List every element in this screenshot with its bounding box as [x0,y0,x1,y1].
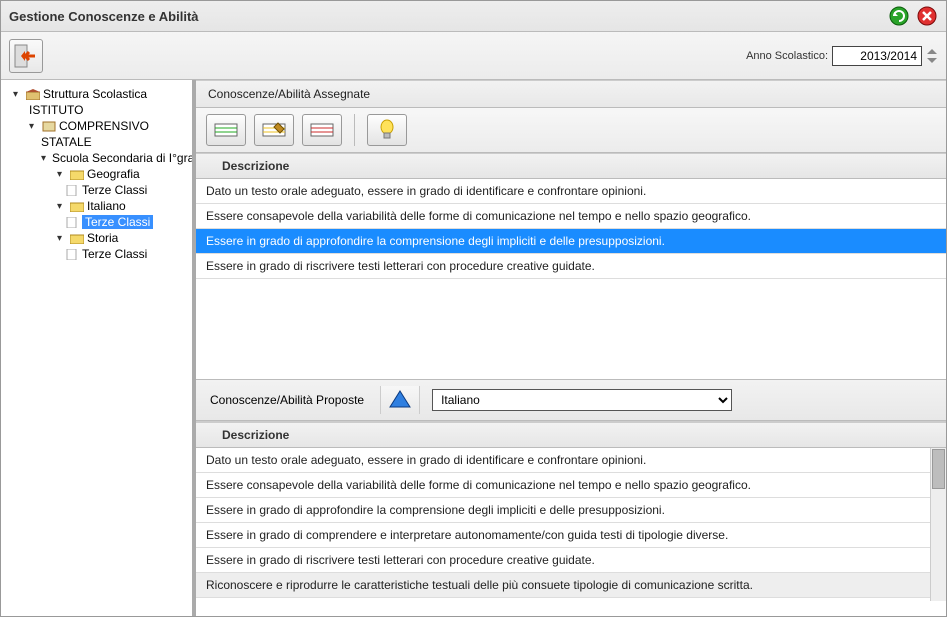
table-row[interactable]: Essere in grado di approfondire la compr… [196,498,946,523]
building-icon [42,121,56,132]
col-desc: Descrizione [222,159,289,173]
folder-icon [70,233,84,244]
collapse-icon[interactable]: ▾ [13,89,23,100]
tree-node-geografia[interactable]: ▾ Geografia [1,166,192,182]
assigned-header: Conoscenze/Abilità Assegnate [196,80,946,108]
right-panel: Conoscenze/Abilità Assegnate Descrizi [196,80,946,616]
titlebar: Gestione Conoscenze e Abilità [1,1,946,32]
window: Gestione Conoscenze e Abilità [0,0,947,617]
anno-input[interactable] [832,46,922,66]
table-row[interactable]: Dato un testo orale adeguato, essere in … [196,448,946,473]
table-row[interactable]: Essere consapevole della variabilità del… [196,204,946,229]
collapse-icon[interactable]: ▾ [57,169,67,180]
scrollbar[interactable] [930,448,946,601]
table-row[interactable]: Essere consapevole della variabilità del… [196,473,946,498]
assigned-grid: Dato un testo orale adeguato, essere in … [196,179,946,379]
toolbar: Anno Scolastico: [1,32,946,80]
stepper-icon[interactable] [926,47,938,65]
tree-node-italiano[interactable]: ▾ Italiano [1,198,192,214]
collapse-icon[interactable]: ▾ [57,233,67,244]
delete-red-button[interactable] [302,114,342,146]
page-icon [65,217,79,228]
subject-select[interactable]: Italiano [432,389,732,411]
tree-node-root[interactable]: ▾ Struttura Scolastica [1,86,192,102]
tree-node-comprensivo[interactable]: ▾ COMPRENSIVO [1,118,192,134]
table-row[interactable]: Essere in grado di riscrivere testi lett… [196,548,946,573]
refresh-icon[interactable] [888,5,910,27]
tree-node-statale[interactable]: STATALE [1,134,192,150]
proposed-header: Conoscenze/Abilità Proposte Italiano [196,379,946,421]
hint-bulb-button[interactable] [367,114,407,146]
anno-label: Anno Scolastico: [746,50,828,62]
table-row[interactable]: Dato un testo orale adeguato, essere in … [196,179,946,204]
proposed-title: Conoscenze/Abilità Proposte [206,393,368,407]
proposed-grid: Dato un testo orale adeguato, essere in … [196,448,946,601]
back-button[interactable] [9,39,43,73]
assigned-grid-header: Descrizione [196,153,946,179]
folder-icon [70,169,84,180]
tree-node-terze3[interactable]: Terze Classi [1,246,192,262]
page-icon [65,185,79,196]
proposed-grid-header: Descrizione [196,422,946,448]
table-row[interactable]: Essere in grado di comprendere e interpr… [196,523,946,548]
folder-icon [70,201,84,212]
mini-toolbar [196,108,946,153]
window-title: Gestione Conoscenze e Abilità [9,9,888,24]
edit-yellow-button[interactable] [254,114,294,146]
tree-node-terze1[interactable]: Terze Classi [1,182,192,198]
table-row[interactable]: Essere in grado di approfondire la compr… [196,229,946,254]
move-up-button[interactable] [380,386,420,414]
close-icon[interactable] [916,5,938,27]
tree-node-storia[interactable]: ▾ Storia [1,230,192,246]
page-icon [65,249,79,260]
collapse-icon[interactable]: ▾ [57,201,67,212]
col-desc2: Descrizione [222,428,289,442]
collapse-icon[interactable]: ▾ [41,153,46,164]
table-row[interactable]: Riconoscere e riprodurre le caratteristi… [196,573,946,598]
school-icon [26,89,40,100]
tree-node-terze2[interactable]: Terze Classi [1,214,192,230]
add-green-button[interactable] [206,114,246,146]
tree-node-scuola[interactable]: ▾ Scuola Secondaria di I°grado [1,150,192,166]
collapse-icon[interactable]: ▾ [29,121,39,132]
table-row[interactable]: Essere in grado di riscrivere testi lett… [196,254,946,279]
tree-node-istituto[interactable]: ISTITUTO [1,102,192,118]
scrollbar-thumb[interactable] [932,449,945,489]
tree-panel: ▾ Struttura Scolastica ISTITUTO ▾ COMPRE… [1,80,196,616]
